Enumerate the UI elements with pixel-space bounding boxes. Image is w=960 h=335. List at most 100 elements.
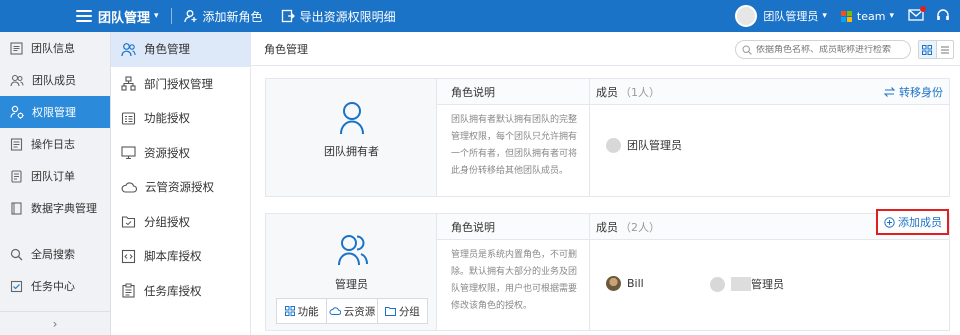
submenu-item-label: 部门授权管理 [144,76,213,91]
role-name: 管理员 [335,278,368,291]
sidebar-item-global-search[interactable]: 全局搜索 [0,238,110,270]
submenu-item-function-auth[interactable]: 功能授权 [111,101,250,136]
sidebar-item-team-members[interactable]: 团队成员 [0,64,110,96]
role-description: 团队拥有者默认拥有团队的完整管理权限，每个团队只允许拥有一个所有者，但团队拥有者… [451,115,578,176]
members-cell: 成员 （2人） 添加成员 Bill 管理员 [590,209,949,330]
sidebar-item-permission[interactable]: 权限管理 [0,96,110,128]
member-name: 管理员 [751,278,784,291]
sidebar-item-label: 数据字典管理 [31,202,97,215]
members-cell: 成员 （1人） 转移身份 团队管理员 [590,79,949,196]
user-add-icon [183,10,197,23]
main-content: 角色管理 团队拥有者 角色说明 团队拥有者默认拥有团队的完整管理权限，每个团队只… [251,32,960,335]
sidebar-item-team-orders[interactable]: 团队订单 [0,160,110,192]
members-count: （1人） [620,85,660,99]
list-view-button[interactable] [935,41,954,58]
submenu-item-group-auth[interactable]: 分组授权 [111,205,250,240]
submenu-item-department-auth[interactable]: 部门授权管理 [111,67,250,102]
dictionary-icon [11,201,22,215]
search-icon [10,248,23,260]
submenu-item-cloud-resource-auth[interactable]: 云管资源授权 [111,170,250,205]
submenu-item-role-management[interactable]: 角色管理 [111,32,250,67]
hamburger-menu-icon[interactable] [76,10,92,22]
grid-view-button[interactable] [919,41,936,58]
cloud-icon [121,182,137,193]
role-description: 管理员是系统内置角色，不可删除。默认拥有大部分的业务及团队管理权限，用户也可根据… [451,250,578,311]
avatar[interactable] [735,5,758,27]
chevron-down-icon: ▾ [822,11,827,21]
submenu-item-task-library-auth[interactable]: 任务库授权 [111,274,250,309]
sidebar-item-label: 团队订单 [31,170,75,183]
team-switcher[interactable]: team ▾ [857,10,894,23]
members-count: （2人） [620,220,660,234]
task-icon [10,280,23,292]
description-cell: 角色说明 团队拥有者默认拥有团队的完整管理权限，每个团队只允许拥有一个所有者，但… [437,79,590,196]
description-cell: 角色说明 管理员是系统内置角色，不可删除。默认拥有大部分的业务及团队管理权限，用… [437,214,590,330]
app-title[interactable]: 团队管理 [98,7,150,26]
role-card-owner: 团队拥有者 角色说明 团队拥有者默认拥有团队的完整管理权限，每个团队只允许拥有一… [265,78,950,197]
avatar [606,276,621,291]
search-input[interactable] [756,44,906,55]
role-cell: 管理员 功能 云资源 分组 [266,214,437,330]
folder-icon [121,216,136,228]
button-label: 分组 [398,305,420,318]
sidebar-item-label: 团队信息 [31,42,75,55]
submenu-item-label: 云管资源授权 [145,180,214,195]
mail-icon[interactable] [908,5,926,24]
redacted-text [731,277,751,291]
submenu-item-label: 任务库授权 [144,283,202,298]
role-icon [121,42,136,56]
submenu-item-label: 脚本库授权 [144,249,202,264]
members-icon [10,74,24,86]
sidebar-item-team-info[interactable]: 团队信息 [0,32,110,64]
main-header: 角色管理 [251,32,960,66]
add-member-button[interactable]: 添加成员 [876,209,949,235]
submenu-item-resource-auth[interactable]: 资源授权 [111,136,250,171]
button-label: 云资源 [343,305,376,318]
org-chart-icon [121,76,136,91]
submenu-item-label: 功能授权 [144,111,190,126]
chevron-down-icon[interactable]: ▾ [154,11,159,21]
member-item[interactable]: 团队管理员 [606,137,682,153]
sidebar-item-label: 团队成员 [32,74,76,87]
folder-icon [384,307,396,316]
sidebar-item-label: 操作日志 [31,138,75,151]
add-role-button[interactable]: 添加新角色 [183,8,263,25]
sidebar-item-task-center[interactable]: 任务中心 [0,270,110,302]
plus-circle-icon [884,216,895,228]
submenu-item-label: 分组授权 [144,214,190,229]
grid-icon [922,44,933,55]
user-name: 团队管理员 [763,10,819,23]
members-header: 成员 （2人） 添加成员 [590,209,949,240]
log-icon [10,137,23,151]
sidebar-item-data-dictionary[interactable]: 数据字典管理 [0,192,110,224]
submenu-item-script-library-auth[interactable]: 脚本库授权 [111,239,250,274]
sidebar-item-label: 权限管理 [32,106,76,119]
role-name: 团队拥有者 [324,145,379,158]
member-item[interactable]: 管理员 [710,276,784,292]
members-label: 成员 [596,220,618,234]
monitor-icon [121,146,136,160]
group-permission-button[interactable]: 分组 [376,299,427,323]
function-permission-button[interactable]: 功能 [277,299,326,323]
user-menu[interactable]: 团队管理员 ▾ [763,8,827,24]
function-icon [121,112,136,125]
transfer-ownership-button[interactable]: 转移身份 [884,84,943,100]
permission-submenu: 角色管理 部门授权管理 功能授权 资源授权 云管资源授权 分组授权 脚本库授权 … [111,32,251,335]
member-item[interactable]: Bill [606,276,644,291]
grid-icon [284,306,295,316]
expand-sidebar-button[interactable]: › [0,311,110,335]
cloud-resource-permission-button[interactable]: 云资源 [326,299,376,323]
description-header: 角色说明 [437,79,589,105]
search-box[interactable] [735,40,911,59]
sidebar-item-operation-log[interactable]: 操作日志 [0,128,110,160]
permission-buttons: 功能 云资源 分组 [276,298,428,324]
chevron-right-icon: › [52,316,58,331]
member-name: 团队管理员 [627,139,682,152]
add-role-label: 添加新角色 [202,9,263,24]
users-icon [338,235,368,266]
members-label: 成员 [596,85,618,99]
headset-icon[interactable] [936,8,950,25]
sidebar-item-label: 全局搜索 [31,248,75,261]
export-permissions-button[interactable]: 导出资源权限明细 [281,8,396,25]
view-toggle [918,40,954,59]
